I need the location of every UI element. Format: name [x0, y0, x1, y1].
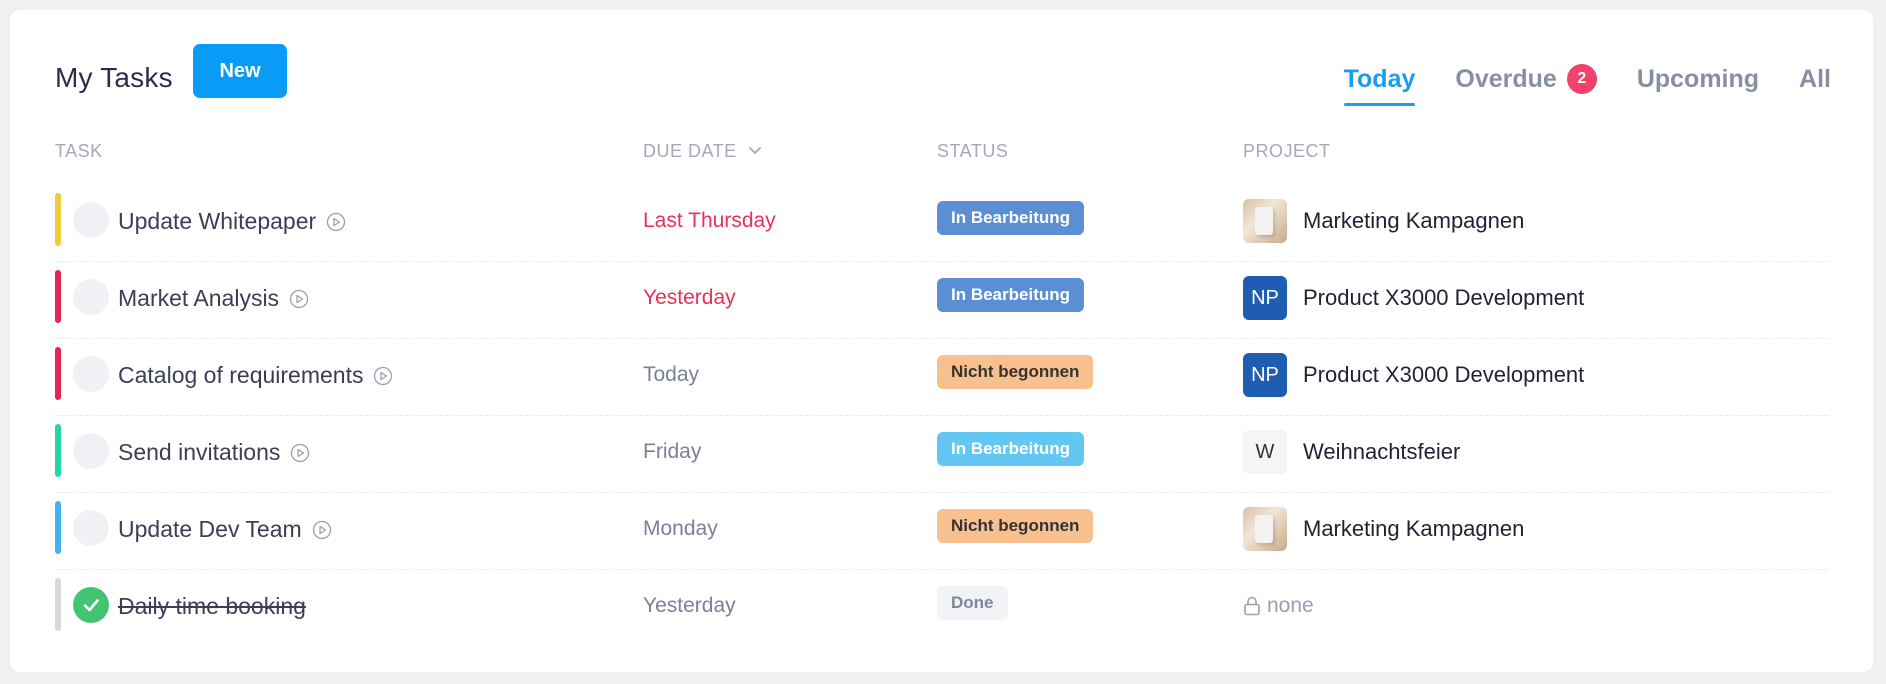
tab-today-label: Today: [1343, 64, 1416, 93]
project-avatar: [1243, 199, 1287, 243]
task-name: Update Whitepaper: [118, 208, 317, 234]
tab-overdue[interactable]: Overdue 2: [1455, 62, 1597, 96]
due-date: Monday: [643, 517, 718, 540]
table-row: Market Analysis Yesterday In Bearbeitung…: [55, 262, 1828, 339]
project-avatar: [1243, 507, 1287, 551]
overdue-count-badge: 2: [1566, 64, 1597, 94]
task-name-link[interactable]: Catalog of requirements: [118, 362, 393, 389]
lock-icon: [1244, 596, 1260, 616]
table-row: Daily time booking Yesterday Done none: [55, 570, 1828, 647]
project-link[interactable]: NP Product X3000 Development: [1243, 353, 1584, 397]
due-date: Friday: [643, 440, 702, 463]
play-icon[interactable]: [312, 520, 332, 540]
priority-indicator: [55, 578, 61, 631]
table-row: Update Whitepaper Last Thursday In Bearb…: [55, 185, 1828, 262]
column-header-status: STATUS: [937, 141, 1009, 161]
tab-all[interactable]: All: [1799, 62, 1831, 96]
play-icon[interactable]: [373, 366, 393, 386]
status-badge[interactable]: In Bearbeitung: [937, 278, 1085, 312]
status-badge[interactable]: Nicht begonnen: [937, 355, 1094, 389]
project-avatar: W: [1243, 430, 1287, 474]
task-name: Daily time booking: [118, 593, 306, 619]
complete-checkbox[interactable]: [73, 433, 109, 469]
project-link[interactable]: Marketing Kampagnen: [1243, 199, 1524, 243]
complete-checkbox[interactable]: [73, 587, 109, 623]
table-row: Update Dev Team Monday Nicht begonnen Ma…: [55, 493, 1828, 570]
complete-checkbox[interactable]: [73, 202, 109, 238]
column-header-due-date[interactable]: DUE DATE: [643, 141, 762, 163]
column-header-due-date-label: DUE DATE: [643, 141, 737, 161]
table-header: TASK DUE DATE STATUS PROJECT: [55, 141, 1828, 165]
task-name: Market Analysis: [118, 285, 280, 311]
due-date: Yesterday: [643, 286, 736, 309]
project-avatar: NP: [1243, 353, 1287, 397]
table-row: Catalog of requirements Today Nicht bego…: [55, 339, 1828, 416]
chevron-down-icon: [748, 142, 762, 163]
priority-indicator: [55, 193, 61, 246]
project-name: Marketing Kampagnen: [1303, 208, 1525, 233]
tab-today[interactable]: Today: [1343, 62, 1416, 106]
task-name: Catalog of requirements: [118, 362, 364, 388]
status-badge[interactable]: In Bearbeitung: [937, 201, 1085, 235]
complete-checkbox[interactable]: [73, 510, 109, 546]
priority-indicator: [55, 424, 61, 477]
priority-indicator: [55, 347, 61, 400]
tab-all-label: All: [1799, 64, 1831, 93]
project-name: none: [1267, 594, 1314, 617]
task-name: Update Dev Team: [118, 516, 302, 542]
play-icon[interactable]: [289, 289, 309, 309]
column-header-project: PROJECT: [1243, 141, 1331, 161]
due-date: Yesterday: [643, 594, 736, 617]
task-name: Send invitations: [118, 439, 281, 465]
status-badge[interactable]: In Bearbeitung: [937, 432, 1085, 466]
status-badge[interactable]: Nicht begonnen: [937, 509, 1094, 543]
play-icon[interactable]: [290, 443, 310, 463]
project-avatar: NP: [1243, 276, 1287, 320]
tab-upcoming-label: Upcoming: [1636, 64, 1760, 93]
project-link[interactable]: W Weihnachtsfeier: [1243, 430, 1460, 474]
priority-indicator: [55, 501, 61, 554]
status-badge[interactable]: Done: [937, 586, 1008, 620]
task-list: Update Whitepaper Last Thursday In Bearb…: [55, 185, 1828, 647]
page-title: My Tasks: [55, 62, 173, 93]
task-name-link[interactable]: Update Dev Team: [118, 516, 332, 543]
project-name: Marketing Kampagnen: [1303, 516, 1525, 541]
project-name: Product X3000 Development: [1303, 285, 1585, 310]
project-name: Product X3000 Development: [1303, 362, 1585, 387]
task-name-link[interactable]: Update Whitepaper: [118, 208, 346, 235]
task-name-link[interactable]: Send invitations: [118, 439, 310, 466]
project-none: none: [1243, 594, 1314, 618]
due-date: Today: [643, 363, 700, 386]
complete-checkbox[interactable]: [73, 279, 109, 315]
priority-indicator: [55, 270, 61, 323]
my-tasks-card: My Tasks New Today Overdue 2 Upcoming Al…: [10, 10, 1873, 672]
project-link[interactable]: NP Product X3000 Development: [1243, 276, 1584, 320]
project-name: Weihnachtsfeier: [1303, 439, 1461, 464]
filter-tabs: Today Overdue 2 Upcoming All: [1343, 62, 1831, 106]
table-row: Send invitations Friday In Bearbeitung W…: [55, 416, 1828, 493]
column-header-task: TASK: [55, 141, 103, 161]
play-icon[interactable]: [326, 212, 346, 232]
checkmark-icon: [83, 599, 99, 612]
project-link[interactable]: Marketing Kampagnen: [1243, 507, 1524, 551]
task-name-link[interactable]: Daily time booking: [118, 593, 306, 620]
new-task-button[interactable]: New: [193, 44, 287, 98]
tab-overdue-label: Overdue: [1455, 64, 1557, 93]
complete-checkbox[interactable]: [73, 356, 109, 392]
task-name-link[interactable]: Market Analysis: [118, 285, 309, 312]
tab-upcoming[interactable]: Upcoming: [1637, 62, 1759, 96]
due-date: Last Thursday: [643, 209, 776, 232]
project-link[interactable]: none: [1243, 584, 1314, 628]
